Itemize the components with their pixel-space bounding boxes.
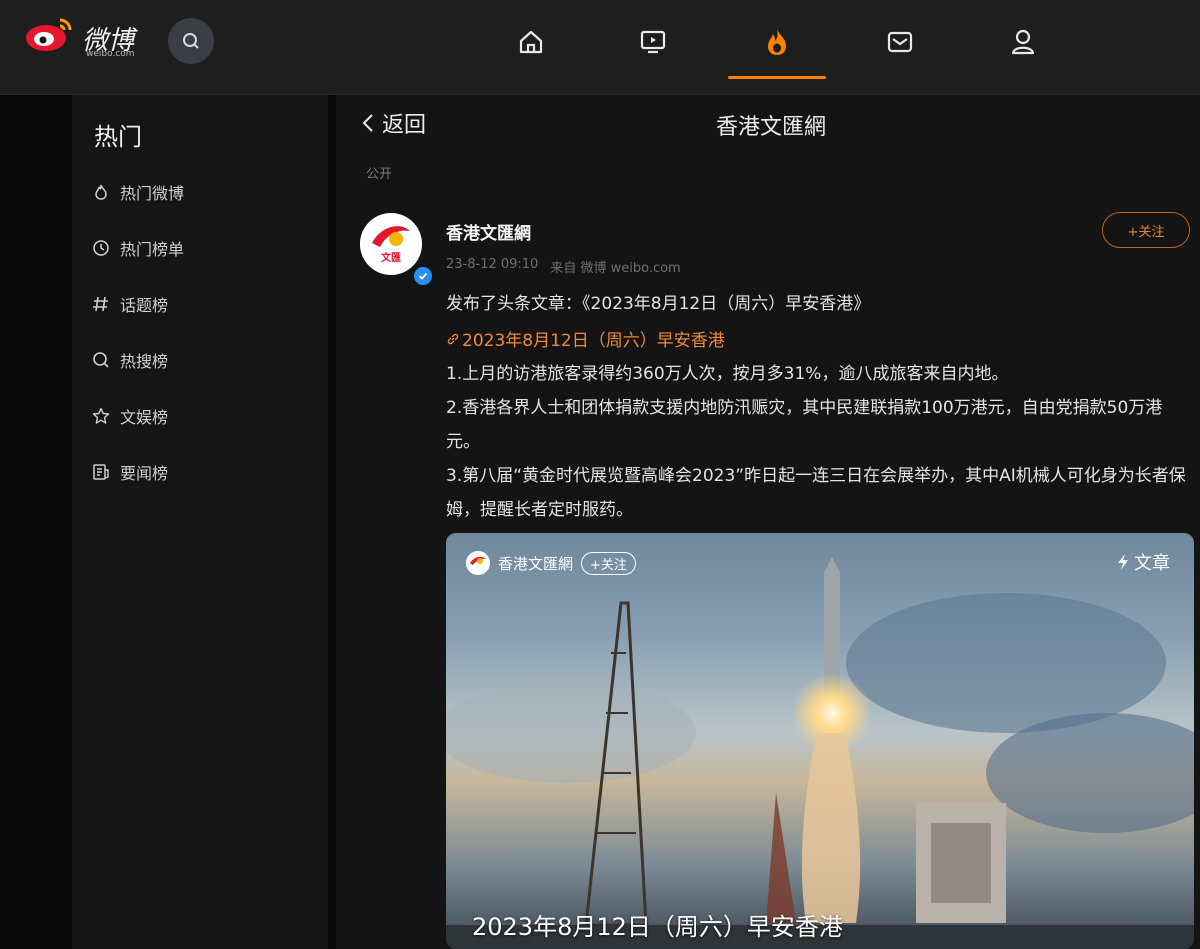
post-meta: 23-8-12 09:10 来自 微博 weibo.com: [446, 257, 681, 276]
left-margin: [0, 95, 72, 949]
article-tag: 文章: [1116, 549, 1170, 575]
article-tag-label: 文章: [1134, 553, 1170, 574]
active-tab-indicator: [728, 76, 826, 79]
post-paragraph: 1.上月的访港旅客录得约360万人次，按月多31%，逾八成旅客来自内地。: [446, 364, 1009, 384]
svg-text:文匯: 文匯: [381, 251, 401, 264]
sidebar-item-topics[interactable]: 话题榜: [92, 289, 168, 319]
lightning-icon: [1118, 554, 1128, 570]
back-button[interactable]: 返回: [360, 107, 426, 139]
post-detail: 返回 香港文匯網 公开 文匯 香港文匯網 23-8-12 09:10 来自 微博…: [336, 95, 1200, 949]
nav-profile[interactable]: [1003, 22, 1043, 62]
brand-domain: weibo.com: [86, 49, 135, 59]
top-bar: 微博 weibo.com: [0, 0, 1200, 95]
sidebar: 热门 热门微博 热门榜单 话题榜 热搜榜 文娱榜 要闻榜: [72, 95, 328, 949]
link-icon: [447, 333, 459, 344]
nav-home[interactable]: [511, 22, 551, 62]
sidebar-item-label: 热门榜单: [120, 240, 185, 259]
home-icon: [519, 30, 543, 54]
visibility-label: 公开: [366, 167, 393, 182]
wenweipo-logo-icon: 文匯: [360, 213, 422, 275]
check-icon: [418, 272, 428, 280]
post-paragraph: 2.香港各界人士和团体捐款支援内地防汛赈灾，其中民建联捐款100万港元，自由党捐…: [446, 398, 1163, 452]
message-icon: [887, 31, 913, 53]
sidebar-item-news[interactable]: 要闻榜: [92, 457, 168, 487]
weibo-logo[interactable]: 微博 weibo.com: [24, 14, 154, 60]
post-headline: 发布了头条文章：《2023年8月12日（周六）早安香港》: [446, 294, 871, 314]
sidebar-item-label: 话题榜: [120, 296, 169, 315]
sidebar-item-hot-weibo[interactable]: 热门微博: [92, 177, 184, 207]
post-paragraph: 3.第八届“黄金时代展览暨高峰会2023”昨日起一连三日在会展举办，其中AI机械…: [446, 466, 1186, 520]
card-caption: 2023年8月12日（周六）早安香港: [472, 913, 843, 941]
nav-hot[interactable]: [757, 22, 797, 62]
verified-badge: [412, 265, 434, 287]
flame-icon: [95, 184, 107, 200]
sidebar-item-label: 要闻榜: [120, 464, 169, 483]
rocket-launch-image: [446, 557, 1194, 949]
column-gutter: [328, 95, 336, 949]
sidebar-item-hot-search[interactable]: 热搜榜: [92, 345, 168, 375]
card-author-name: 香港文匯網: [498, 554, 574, 573]
hashtag-icon: [93, 296, 108, 312]
sidebar-item-label: 热门微博: [120, 184, 185, 203]
article-link-text: 2023年8月12日（周六）早安香港: [462, 331, 725, 351]
page-title: 香港文匯網: [716, 115, 827, 140]
search-icon: [93, 352, 109, 368]
card-author[interactable]: 香港文匯網 +关注: [466, 551, 636, 575]
sidebar-item-hot-list[interactable]: 热门榜单: [92, 233, 184, 263]
card-follow-button[interactable]: +关注: [581, 551, 636, 575]
search-button[interactable]: [168, 18, 214, 64]
avatar[interactable]: 文匯: [360, 213, 422, 275]
sidebar-item-entertainment[interactable]: 文娱榜: [92, 401, 168, 431]
nav-message[interactable]: [880, 22, 920, 62]
card-avatar: [466, 551, 490, 575]
sidebar-title: 热门: [94, 123, 142, 151]
search-icon: [183, 33, 199, 49]
post-source: 来自 微博 weibo.com: [550, 261, 681, 276]
sidebar-item-label: 文娱榜: [120, 408, 169, 427]
author-name[interactable]: 香港文匯網: [446, 219, 531, 244]
hot-icon: [768, 29, 786, 55]
nav-video[interactable]: [633, 22, 673, 62]
article-link[interactable]: 2023年8月12日（周六）早安香港: [446, 326, 725, 351]
star-icon: [92, 407, 110, 424]
sidebar-item-label: 热搜榜: [120, 352, 169, 371]
profile-icon: [1011, 29, 1035, 55]
clock-icon: [93, 240, 109, 256]
weibo-logo-icon: [26, 18, 72, 51]
article-card[interactable]: 香港文匯網 +关注 文章 2023年8月12日（周六）早安香港: [446, 533, 1194, 949]
news-icon: [93, 464, 109, 480]
back-label: 返回: [382, 113, 427, 138]
chevron-left-icon: [362, 114, 373, 132]
video-icon: [640, 30, 666, 54]
wenweipo-logo-icon: [466, 551, 490, 575]
post-time[interactable]: 23-8-12 09:10: [446, 257, 538, 276]
follow-button[interactable]: +关注: [1102, 212, 1190, 248]
